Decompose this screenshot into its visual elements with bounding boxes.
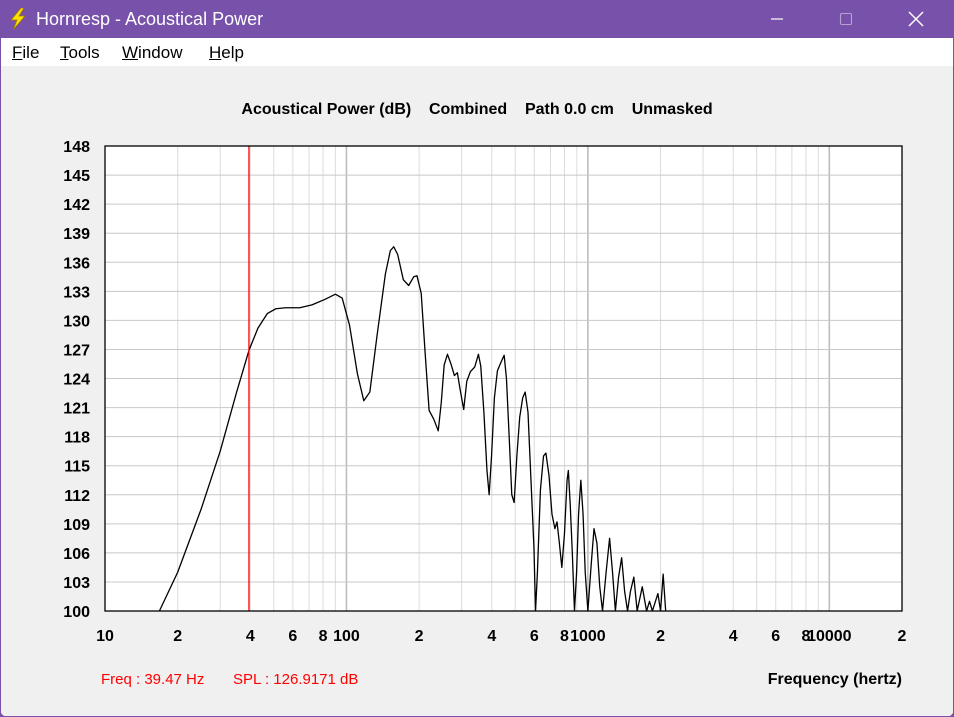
menu-window-label: indow xyxy=(138,43,183,62)
close-button[interactable] xyxy=(893,0,939,38)
x-tick-label: 2 xyxy=(415,628,424,645)
x-tick-label: 10 xyxy=(96,628,114,645)
menu-file[interactable]: File xyxy=(12,43,39,63)
minimize-button[interactable] xyxy=(754,0,800,38)
y-tick-label: 148 xyxy=(63,139,90,156)
y-tick-label: 139 xyxy=(63,226,90,243)
x-tick-label: 4 xyxy=(729,628,738,645)
y-tick-label: 109 xyxy=(63,517,90,534)
y-tick-label: 115 xyxy=(64,459,90,476)
x-axis-tick-labels: 10 2 4 6 8 100 2 4 6 8 1000 2 4 6 810000 2 xyxy=(96,628,906,645)
lightning-bolt-icon xyxy=(10,8,26,30)
menu-window[interactable]: Window xyxy=(122,43,182,63)
menu-tools[interactable]: Tools xyxy=(60,43,100,63)
menu-tools-mnemonic: T xyxy=(60,43,69,62)
menu-help-label: elp xyxy=(221,43,244,62)
maximize-icon xyxy=(839,12,853,26)
y-tick-label: 106 xyxy=(63,546,90,563)
menu-tools-label: ools xyxy=(68,43,100,62)
x-tick-label: 2 xyxy=(898,628,907,645)
y-tick-label: 100 xyxy=(63,604,90,621)
acoustical-power-chart[interactable]: Acoustical Power (dB) Combined Path 0.0 … xyxy=(1,66,953,716)
y-tick-label: 124 xyxy=(63,372,90,389)
y-tick-label: 142 xyxy=(63,197,90,214)
y-tick-label: 127 xyxy=(63,342,90,359)
y-tick-label: 130 xyxy=(63,313,90,330)
x-tick-label: 2 xyxy=(173,628,182,645)
menu-file-label: ile xyxy=(22,43,40,62)
x-tick-label: 6 xyxy=(530,628,539,645)
application-window: Hornresp - Acoustical Power File Tools W… xyxy=(0,0,954,717)
maximize-button[interactable] xyxy=(823,0,869,38)
y-tick-label: 121 xyxy=(63,401,90,418)
x-tick-label: 4 xyxy=(246,628,255,645)
menu-help-mnemonic: H xyxy=(209,43,222,62)
y-tick-label: 136 xyxy=(63,255,90,272)
x-tick-label: 100 xyxy=(333,628,360,645)
menu-file-mnemonic: F xyxy=(12,43,23,62)
chart-title: Acoustical Power (dB) Combined Path 0.0 … xyxy=(241,101,712,118)
y-tick-label: 103 xyxy=(63,575,90,592)
menu-window-mnemonic: W xyxy=(122,43,139,62)
x-tick-label: 1000 xyxy=(570,628,606,645)
x-tick-label: 8 xyxy=(319,628,328,645)
y-tick-label: 145 xyxy=(63,168,90,185)
menu-bar: File Tools Window Help xyxy=(1,38,953,66)
chart-area[interactable]: Acoustical Power (dB) Combined Path 0.0 … xyxy=(1,66,953,716)
close-icon xyxy=(908,11,924,27)
y-tick-label: 112 xyxy=(64,488,90,505)
y-tick-label: 133 xyxy=(63,284,90,301)
x-tick-label: 10000 xyxy=(807,628,852,645)
menu-help[interactable]: Help xyxy=(209,43,244,63)
y-tick-label: 118 xyxy=(64,430,90,447)
title-bar[interactable]: Hornresp - Acoustical Power xyxy=(0,0,954,38)
cursor-spl-readout: SPL : 126.9171 dB xyxy=(233,671,358,688)
window-title: Hornresp - Acoustical Power xyxy=(36,9,264,29)
minimize-icon xyxy=(771,18,783,20)
x-tick-label: 2 xyxy=(656,628,665,645)
x-tick-label: 6 xyxy=(771,628,780,645)
x-tick-label: 4 xyxy=(487,628,496,645)
cursor-frequency-readout: Freq : 39.47 Hz xyxy=(101,671,204,688)
x-tick-label: 6 xyxy=(288,628,297,645)
x-tick-label: 8 xyxy=(560,628,569,645)
y-axis-tick-labels: 148 145 142 139 136 133 130 127 124 121 118 115 112 1… xyxy=(63,139,90,621)
x-axis-label: Frequency (hertz) xyxy=(768,671,902,688)
